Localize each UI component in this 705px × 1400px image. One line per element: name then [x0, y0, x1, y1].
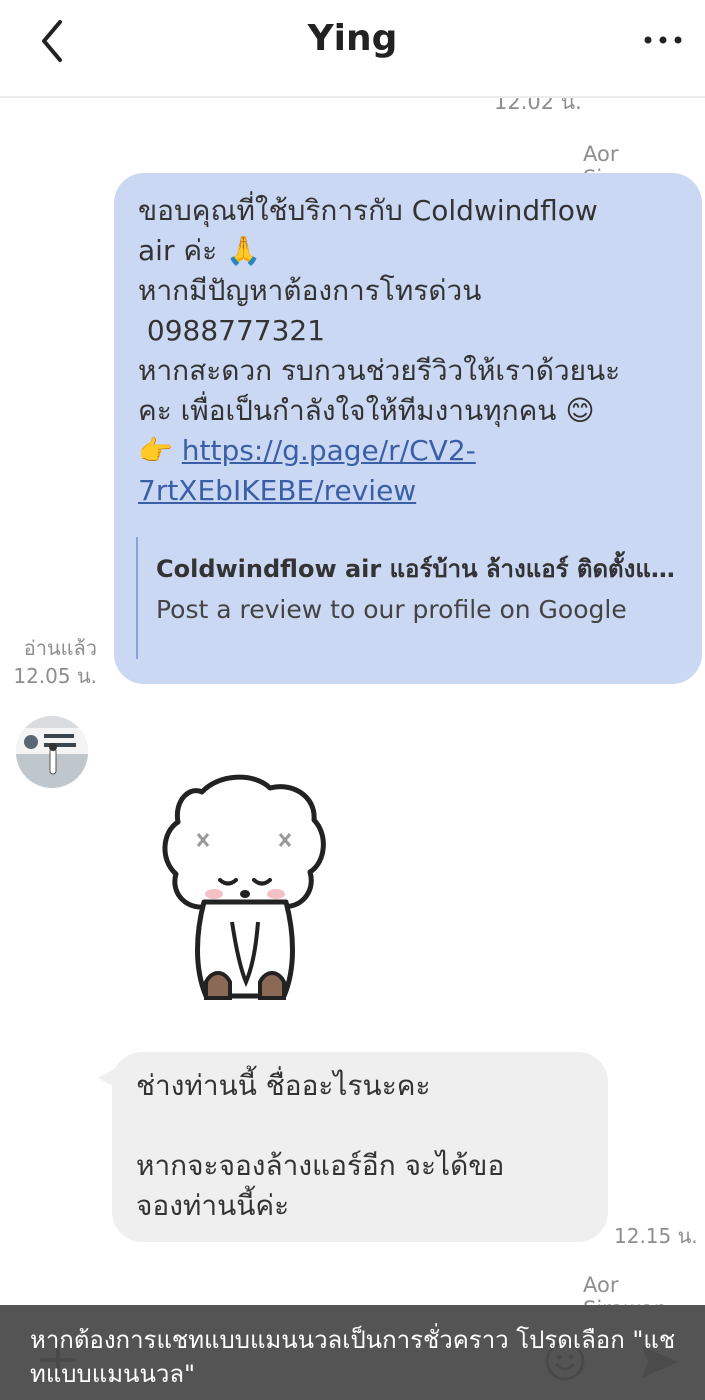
avatar-photo-icon: [16, 716, 88, 788]
message-line: หากจะจองล้างแอร์อีก จะได้ขอ: [136, 1149, 505, 1182]
outgoing-message-text: ขอบคุณที่ใช้บริการกับ Coldwindflow air ค…: [138, 191, 678, 511]
chat-title: Ying: [307, 18, 398, 59]
outgoing-message-time: 12.05 น.: [13, 664, 97, 688]
incoming-message-bubble[interactable]: ช่างท่านนี้ ชื่ออะไรนะคะ หากจะจองล้างแอร…: [112, 1052, 608, 1242]
manual-chat-toast: หากต้องการแชทแบบแมนนวลเป็นการชั่วคราว โป…: [0, 1305, 705, 1400]
review-link[interactable]: 7rtXEbIKEBE/review: [138, 474, 416, 507]
link-preview-title: Coldwindflow air แอร์บ้าน ล้างแอร์ ติดตั…: [156, 555, 678, 583]
bowing-bear-sticker[interactable]: [160, 772, 330, 1022]
message-line: หากมีปัญหาต้องการโทรด่วน: [138, 274, 482, 307]
link-preview-card[interactable]: Coldwindflow air แอร์บ้าน ล้างแอร์ ติดตั…: [136, 537, 678, 659]
review-link-row: 👉 https://g.page/r/CV2-: [138, 431, 678, 471]
message-line: คะ เพื่อเป็นกำลังใจให้ทีมงานทุกคน 😊: [138, 394, 595, 427]
chat-header: Ying: [0, 0, 705, 98]
message-line: ช่างท่านนี้ ชื่ออะไรนะคะ: [136, 1069, 431, 1102]
toast-message: หากต้องการแชทแบบแมนนวลเป็นการชั่วคราว โป…: [30, 1323, 680, 1391]
review-link-row: 7rtXEbIKEBE/review: [138, 471, 678, 511]
bear-sticker-icon: [162, 774, 326, 1000]
outgoing-message-bubble[interactable]: ขอบคุณที่ใช้บริการกับ Coldwindflow air ค…: [114, 173, 702, 684]
more-horizontal-icon: [644, 36, 682, 44]
message-line: air ค่ะ 🙏: [138, 234, 261, 267]
more-options-button[interactable]: [640, 28, 686, 52]
review-link[interactable]: https://g.page/r/CV2-: [182, 434, 476, 467]
toast-line: หากต้องการแชทแบบแมนนวลเป็นการชั่วคราว โป…: [30, 1326, 676, 1354]
incoming-message-time: 12.15 น.: [614, 1224, 698, 1248]
incoming-message-text: ช่างท่านนี้ ชื่ออะไรนะคะ หากจะจองล้างแอร…: [136, 1066, 596, 1226]
toast-line: ทแบบแมนนวล": [30, 1360, 196, 1388]
link-preview-description: Post a review to our profile on Google: [156, 595, 627, 624]
message-line: จองท่านนี้ค่ะ: [136, 1189, 290, 1222]
message-line: ขอบคุณที่ใช้บริการกับ Coldwindflow: [138, 194, 598, 227]
phone-number: 0988777321: [138, 314, 326, 347]
pointing-hand-emoji: 👉: [138, 434, 173, 467]
message-line: หากสะดวก รบกวนช่วยรีวิวให้เราด้วยนะ: [138, 354, 621, 387]
contact-avatar[interactable]: [16, 716, 88, 788]
